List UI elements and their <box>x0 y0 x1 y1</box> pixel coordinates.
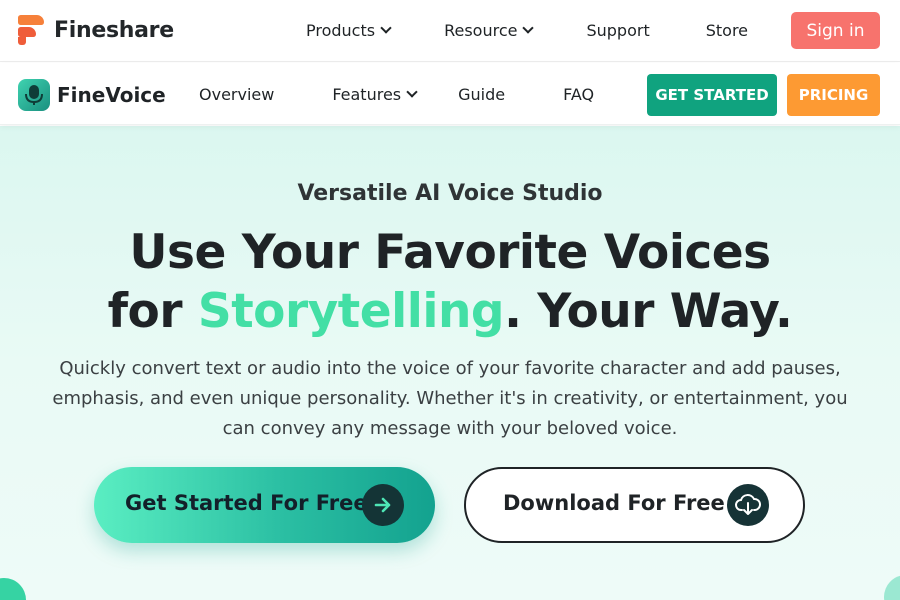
hero-headline-line2: for Storytelling. Your Way. <box>0 284 900 339</box>
headline-accent-word: Storytelling <box>197 284 505 339</box>
subnav-item-label: Features <box>332 85 402 104</box>
cta-label: Get Started For Free <box>125 491 368 515</box>
subnav-item-overview[interactable]: Overview <box>199 85 274 104</box>
headline-prefix: for <box>107 284 198 339</box>
hero-eyebrow: Versatile AI Voice Studio <box>297 181 603 206</box>
subnav-item-label: Overview <box>199 85 275 104</box>
nav-item-resource[interactable]: Resource <box>444 21 535 40</box>
nav-item-store[interactable]: Store <box>706 21 748 40</box>
subnav-item-label: FAQ <box>563 85 595 104</box>
product-navbar: FineVoice Overview Features Guide FAQ GE… <box>0 63 900 125</box>
microphone-icon <box>18 79 50 111</box>
get-started-free-button[interactable]: Get Started For Free <box>94 467 435 543</box>
nav-item-label: Store <box>705 21 749 40</box>
nav-item-support[interactable]: Support <box>586 21 649 40</box>
decorative-blob <box>884 575 900 600</box>
product-nav-links: Overview Features Guide FAQ <box>199 85 594 104</box>
product-name: FineVoice <box>57 83 166 107</box>
chevron-down-icon <box>522 22 535 34</box>
subnav-item-label: Guide <box>458 85 506 104</box>
headline-suffix: . Your Way. <box>504 284 793 339</box>
top-navbar: Fineshare Products Resource Support Stor… <box>0 0 900 62</box>
chevron-down-icon <box>380 22 392 34</box>
sign-in-button[interactable]: Sign in <box>791 12 880 49</box>
hero-description: Quickly convert text or audio into the v… <box>52 358 848 439</box>
arrow-right-icon <box>362 484 404 526</box>
brand-name: Fineshare <box>54 17 174 43</box>
get-started-button[interactable]: GET STARTED <box>647 74 777 116</box>
pricing-button[interactable]: PRICING <box>787 74 880 116</box>
subnav-item-features[interactable]: Features <box>332 85 418 104</box>
hero-headline-line1: Use Your Favorite Voices <box>129 225 771 280</box>
nav-item-label: Products <box>306 21 376 40</box>
fineshare-logo-icon <box>18 15 44 45</box>
finevoice-brand[interactable]: FineVoice <box>18 79 166 111</box>
cloud-download-icon <box>727 484 769 526</box>
top-nav-links: Products Resource Support Store <box>306 21 802 40</box>
nav-item-label: Resource <box>444 21 518 40</box>
nav-item-label: Support <box>586 21 650 40</box>
chevron-down-icon <box>406 86 418 98</box>
hero-section: Versatile AI Voice Studio Use Your Favor… <box>0 126 900 600</box>
decorative-blob <box>0 578 26 600</box>
subnav-item-faq[interactable]: FAQ <box>563 85 594 104</box>
nav-item-products[interactable]: Products <box>306 21 392 40</box>
fineshare-brand[interactable]: Fineshare <box>18 15 174 45</box>
cta-label: Download For Free <box>503 491 725 515</box>
download-free-button[interactable]: Download For Free <box>464 467 805 543</box>
subnav-item-guide[interactable]: Guide <box>458 85 505 104</box>
